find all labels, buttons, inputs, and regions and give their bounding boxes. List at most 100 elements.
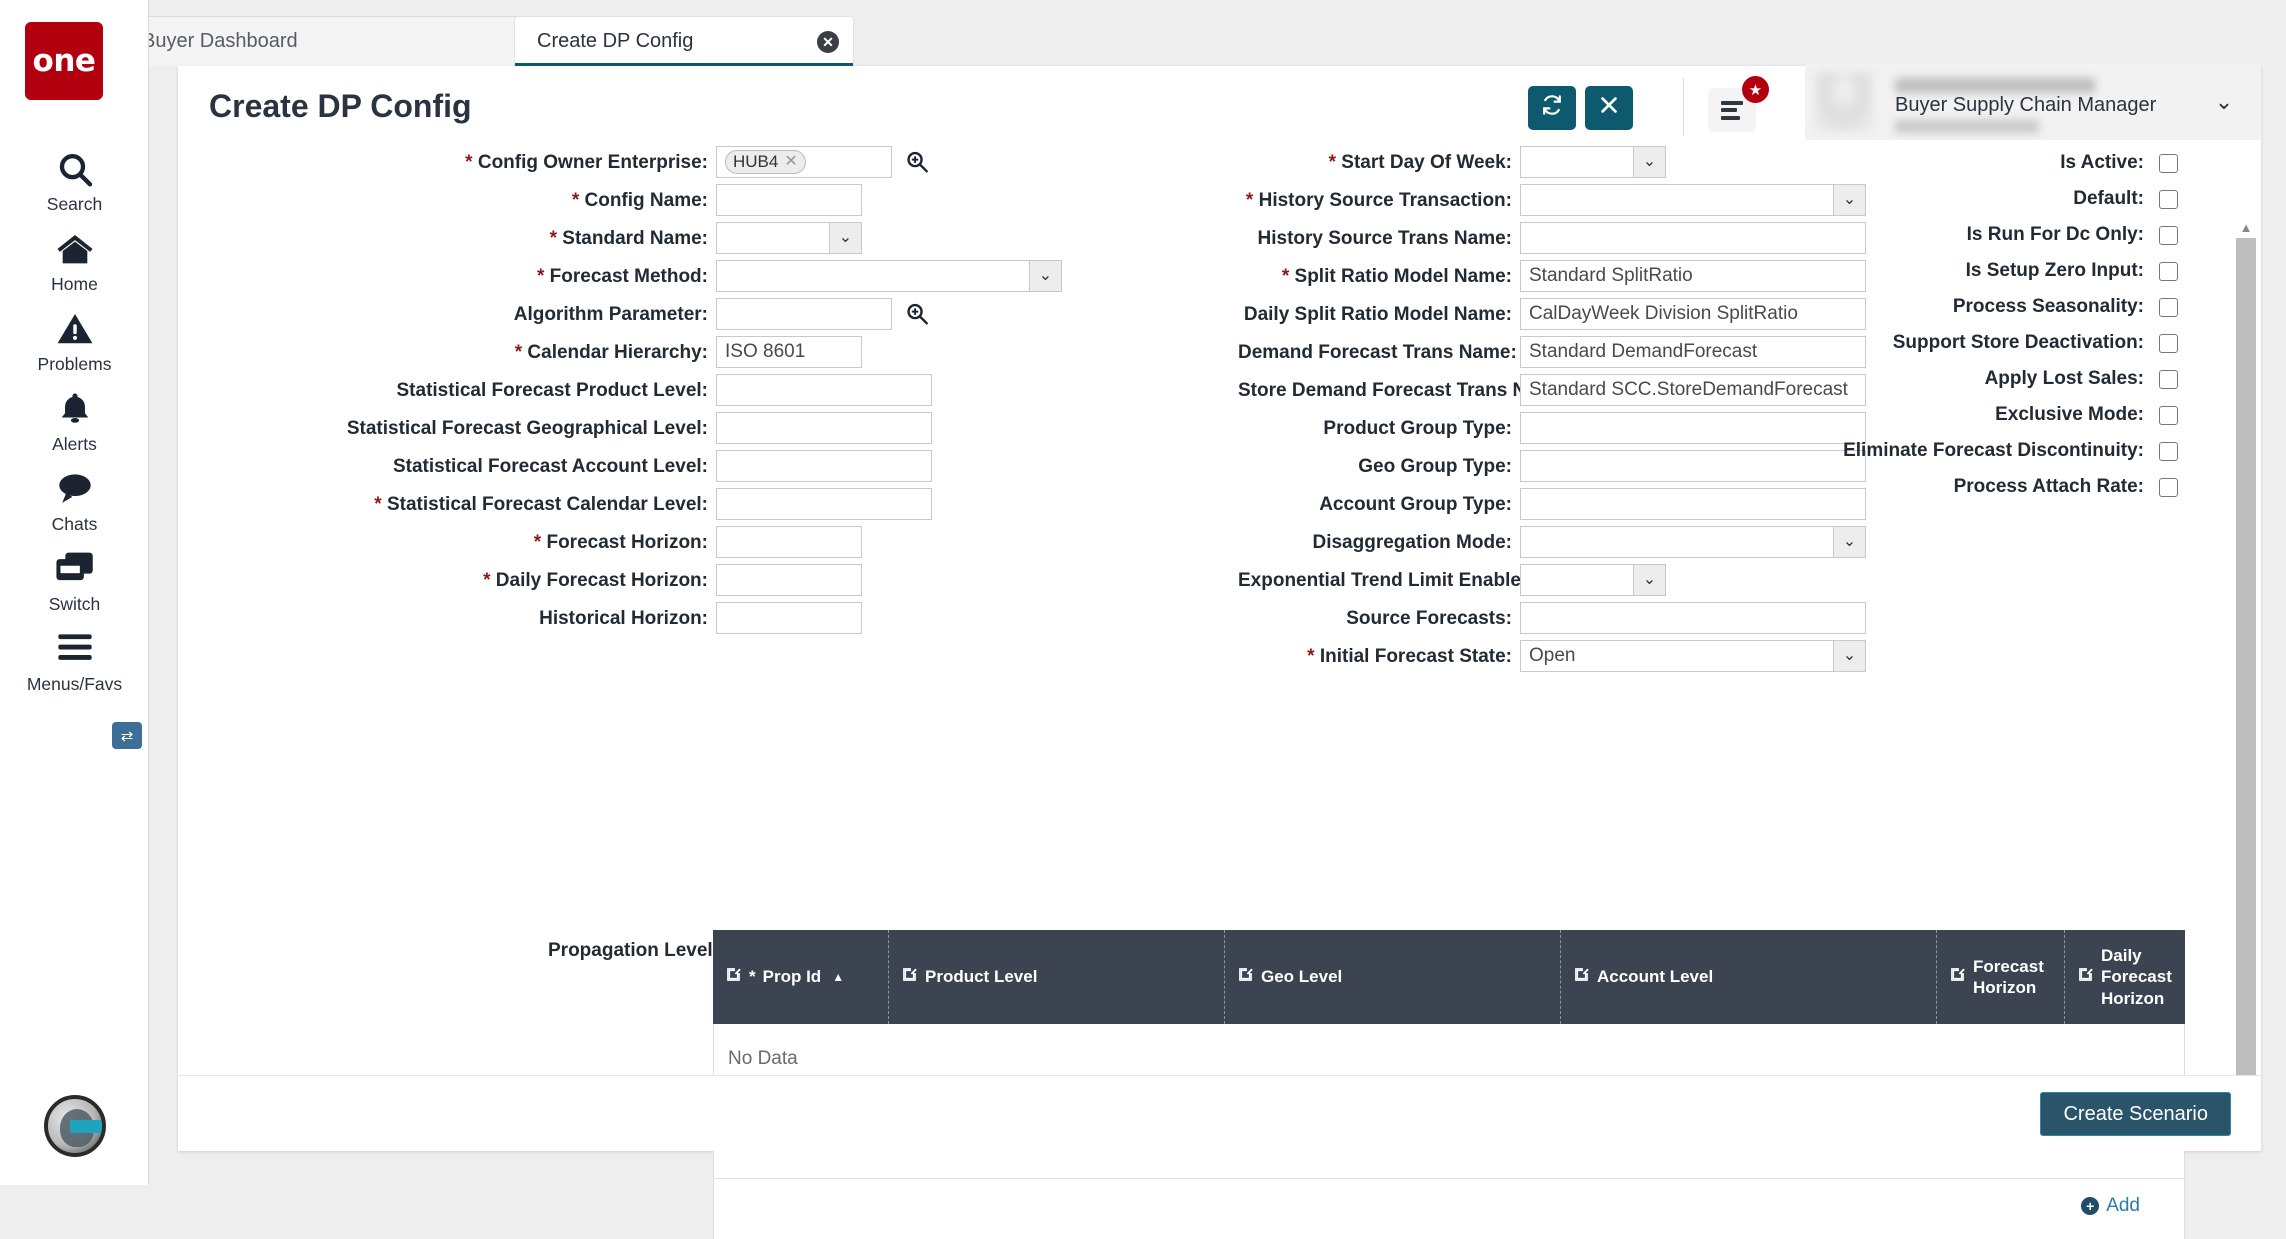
switch-toggle-badge[interactable]: ⇄ xyxy=(112,722,142,749)
close-page-button[interactable] xyxy=(1585,86,1633,130)
checkbox-label: Eliminate Forecast Discontinuity: xyxy=(1843,436,2144,466)
bell-icon xyxy=(0,390,149,436)
checkbox-row: Apply Lost Sales: xyxy=(1478,364,2178,394)
required-asterisk: * xyxy=(515,342,522,363)
select-exponential-trend-limit-enabled[interactable]: ⌄ xyxy=(1520,564,1666,596)
field-label: * Standard Name: xyxy=(178,222,708,256)
field-label-text: Disaggregation Mode: xyxy=(1312,532,1512,553)
field-label: Product Group Type: xyxy=(1238,412,1512,446)
edit-icon[interactable] xyxy=(1237,966,1254,988)
select-initial-forecast-state[interactable]: Open⌄ xyxy=(1520,640,1866,672)
input-historical-horizon[interactable] xyxy=(716,602,862,634)
tab-buyer-dashboard[interactable]: Buyer Dashboard ✕ xyxy=(119,16,559,66)
form-row: Exponential Trend Limit Enabled: ⌄ xyxy=(1238,564,1686,598)
field-label: Exponential Trend Limit Enabled: xyxy=(1238,564,1512,598)
chevron-down-icon[interactable]: ⌄ xyxy=(1833,641,1865,671)
input-forecast-horizon[interactable] xyxy=(716,526,862,558)
add-row-button[interactable]: + Add xyxy=(2081,1195,2140,1217)
form-row: * Forecast Horizon: xyxy=(178,526,922,560)
checkbox-apply-lost-sales[interactable] xyxy=(2159,370,2178,389)
chevron-down-icon[interactable]: ⌄ xyxy=(1029,261,1061,291)
selected-chip[interactable]: HUB4✕ xyxy=(725,150,806,174)
input-calendar-hierarchy[interactable]: ISO 8601 xyxy=(716,336,862,368)
form-vertical-scrollbar[interactable]: ▲ ▼ xyxy=(2235,216,2257,1140)
form-row: * Config Name: xyxy=(178,184,922,218)
search-lookup-icon[interactable] xyxy=(904,149,930,175)
checkbox-row: Is Run For Dc Only: xyxy=(1478,220,2178,250)
checkbox-process-seasonality[interactable] xyxy=(2159,298,2178,317)
close-icon[interactable]: ✕ xyxy=(817,31,839,53)
field-label-text: History Source Trans Name: xyxy=(1258,228,1512,249)
select-disaggregation-mode[interactable]: ⌄ xyxy=(1520,526,1866,558)
app-logo[interactable]: one xyxy=(25,22,103,100)
input-config-name[interactable] xyxy=(716,184,862,216)
table-column-product-level[interactable]: Product Level xyxy=(889,930,1225,1024)
checkbox-label: Process Seasonality: xyxy=(1953,292,2144,322)
input-statistical-forecast-calendar-level[interactable] xyxy=(716,488,932,520)
checkbox-eliminate-forecast-discontinuity[interactable] xyxy=(2159,442,2178,461)
edit-icon[interactable] xyxy=(1573,966,1590,988)
input-statistical-forecast-account-level[interactable] xyxy=(716,450,932,482)
checkbox-process-attach-rate[interactable] xyxy=(2159,478,2178,497)
table-column-account-level[interactable]: Account Level xyxy=(1561,930,1937,1024)
user-menu[interactable]: Buyer Supply Chain Manager ⌄ xyxy=(1805,64,2261,140)
sidebar-item-problems[interactable]: Problems xyxy=(0,310,149,375)
sort-ascending-icon[interactable]: ▲ xyxy=(832,970,844,984)
edit-icon[interactable] xyxy=(901,966,918,988)
sidebar-item-chats[interactable]: Chats xyxy=(0,470,149,535)
input-statistical-forecast-product-level[interactable] xyxy=(716,374,932,406)
table-column-daily-forecast-horizon[interactable]: Daily Forecast Horizon xyxy=(2065,930,2185,1024)
checkbox-is-setup-zero-input[interactable] xyxy=(2159,262,2178,281)
field-label: Statistical Forecast Product Level: xyxy=(178,374,708,408)
tab-create-dp-config[interactable]: Create DP Config ✕ xyxy=(514,16,854,66)
checkbox-exclusive-mode[interactable] xyxy=(2159,406,2178,425)
sidebar-item-menus-favs[interactable]: Menus/Favs xyxy=(0,630,149,695)
edit-icon[interactable] xyxy=(2077,966,2094,988)
chevron-down-icon[interactable]: ⌄ xyxy=(2197,72,2251,132)
select-forecast-method[interactable]: ⌄ xyxy=(716,260,1062,292)
select-standard-name[interactable]: ⌄ xyxy=(716,222,862,254)
input-source-forecasts[interactable] xyxy=(1520,602,1866,634)
scrollbar-thumb[interactable] xyxy=(2236,238,2256,1118)
table-column-prop-id[interactable]: *Prop Id▲ xyxy=(713,930,889,1024)
table-column-geo-level[interactable]: Geo Level xyxy=(1225,930,1561,1024)
form-row: * Config Owner Enterprise:HUB4✕ xyxy=(178,146,952,180)
required-asterisk: * xyxy=(537,266,544,287)
required-asterisk: * xyxy=(1246,190,1253,211)
close-icon xyxy=(1598,94,1620,122)
ai-assistant-avatar[interactable] xyxy=(44,1095,106,1157)
field-label-text: Source Forecasts: xyxy=(1346,608,1512,629)
chevron-down-icon[interactable]: ⌄ xyxy=(829,223,861,253)
scroll-up-button[interactable]: ▲ xyxy=(2235,216,2257,238)
checkbox-support-store-deactivation[interactable] xyxy=(2159,334,2178,353)
add-label: Add xyxy=(2106,1195,2140,1217)
checkbox-label: Process Attach Rate: xyxy=(1954,472,2144,502)
sidebar-item-search[interactable]: Search xyxy=(0,150,149,215)
field-label-text: Forecast Horizon: xyxy=(546,532,708,553)
checkbox-default[interactable] xyxy=(2159,190,2178,209)
input-algorithm-parameter[interactable] xyxy=(716,298,892,330)
search-lookup-icon[interactable] xyxy=(904,301,930,327)
input-config-owner-enterprise[interactable]: HUB4✕ xyxy=(716,146,892,178)
create-scenario-button[interactable]: Create Scenario xyxy=(2040,1092,2231,1136)
chevron-down-icon[interactable]: ⌄ xyxy=(1633,565,1665,595)
chevron-down-icon[interactable]: ⌄ xyxy=(1833,527,1865,557)
input-statistical-forecast-geographical-level[interactable] xyxy=(716,412,932,444)
scrollbar-track[interactable] xyxy=(2235,238,2257,1118)
field-label: History Source Trans Name: xyxy=(1238,222,1512,256)
checkbox-is-run-for-dc-only[interactable] xyxy=(2159,226,2178,245)
checkbox-row: Default: xyxy=(1478,184,2178,214)
problems-icon xyxy=(0,310,149,356)
sidebar-item-home[interactable]: Home xyxy=(0,230,149,295)
edit-icon[interactable] xyxy=(725,966,742,988)
edit-icon[interactable] xyxy=(1949,966,1966,988)
tab-label: Create DP Config xyxy=(515,30,693,53)
sidebar-item-alerts[interactable]: Alerts xyxy=(0,390,149,455)
input-daily-forecast-horizon[interactable] xyxy=(716,564,862,596)
remove-chip-icon[interactable]: ✕ xyxy=(784,147,797,177)
checkbox-is-active[interactable] xyxy=(2159,154,2178,173)
page-card: Create DP Config ★ Bu xyxy=(178,66,2261,1151)
table-column-forecast-horizon[interactable]: Forecast Horizon xyxy=(1937,930,2065,1024)
sidebar-item-switch[interactable]: Switch xyxy=(0,550,149,615)
refresh-button[interactable] xyxy=(1528,86,1576,130)
